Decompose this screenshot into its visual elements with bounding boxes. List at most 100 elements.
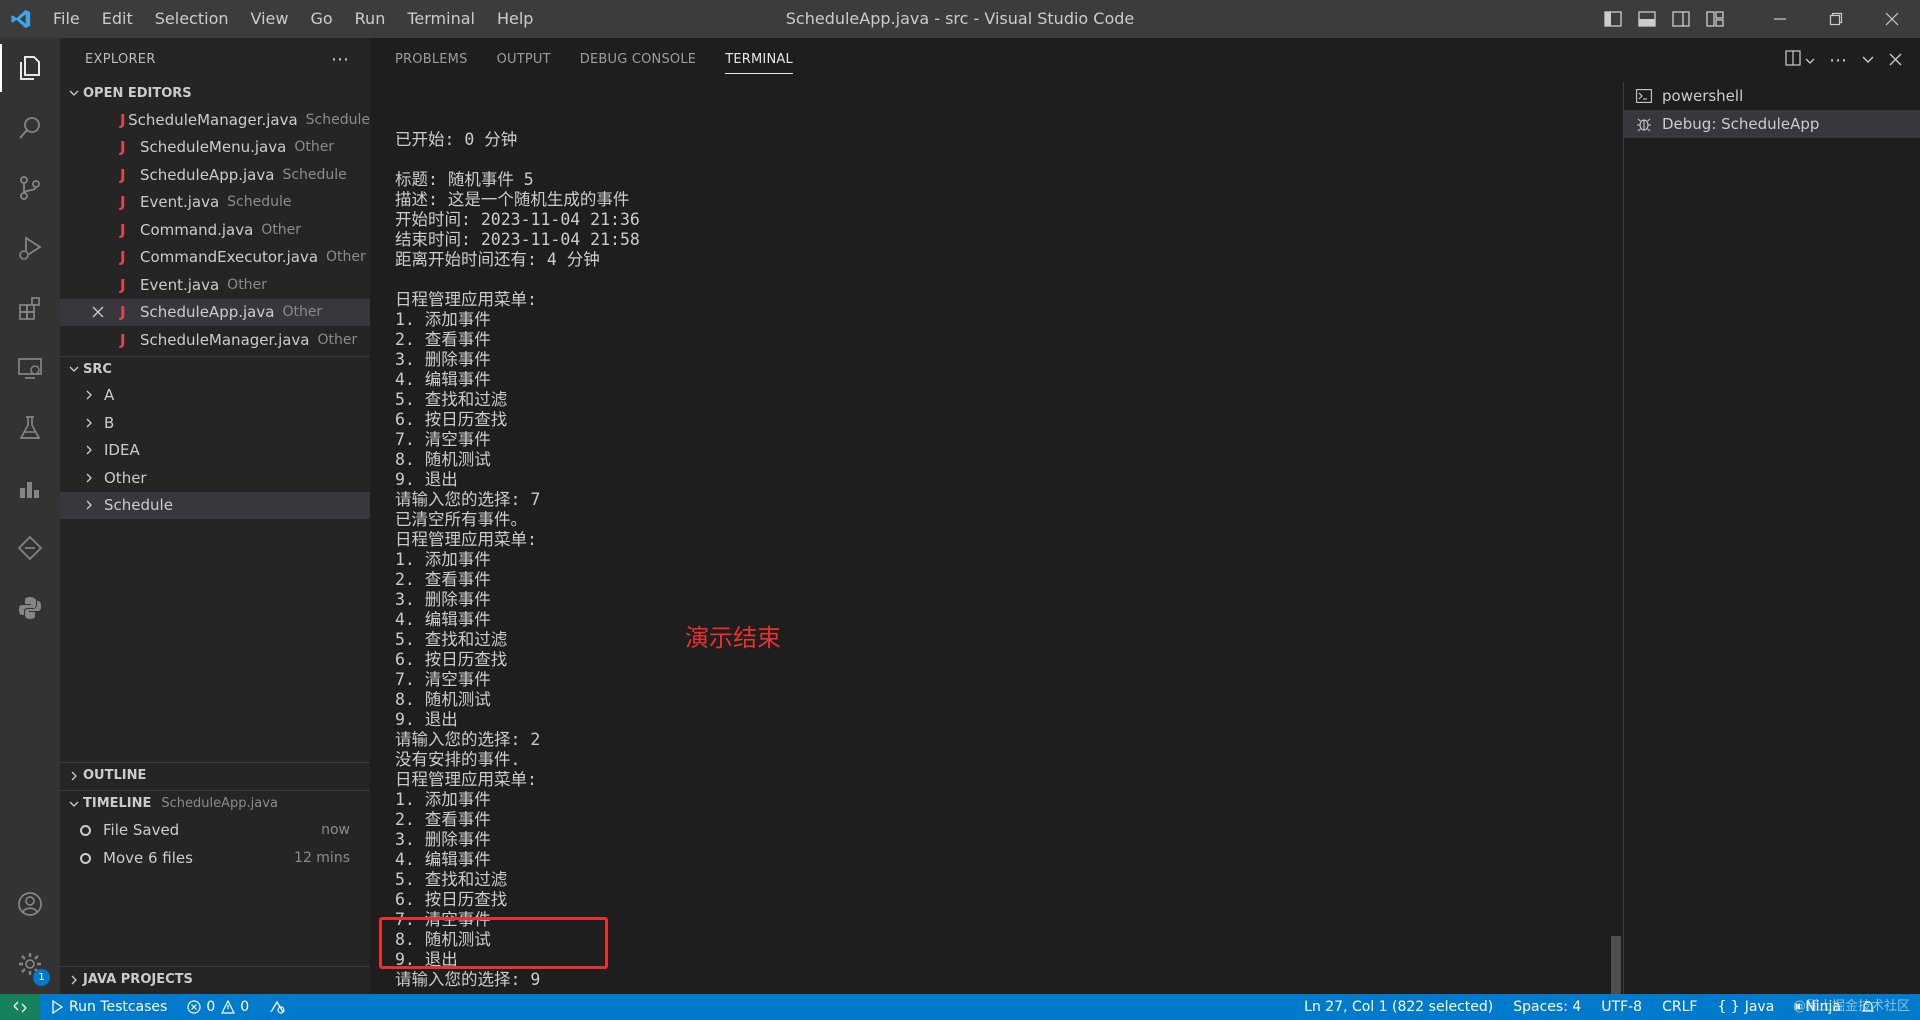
terminal-line: 日程管理应用菜单:	[395, 530, 537, 549]
testing-icon[interactable]	[0, 398, 60, 458]
vscode-logo-icon[interactable]	[0, 0, 42, 38]
outline-label: OUTLINE	[83, 768, 147, 783]
language-mode[interactable]: { } Java	[1707, 994, 1784, 1020]
maximize-panel-icon[interactable]	[1861, 51, 1875, 70]
accounts-icon[interactable]	[0, 874, 60, 934]
folder-item[interactable]: Schedule	[60, 491, 370, 519]
tab-output[interactable]: OUTPUT	[497, 38, 551, 82]
terminal-line: 4. 编辑事件	[395, 370, 491, 389]
menu-file[interactable]: File	[42, 0, 91, 38]
restore-icon[interactable]	[1808, 0, 1864, 38]
terminal-line: 3. 删除事件	[395, 590, 491, 609]
line-ending[interactable]: CRLF	[1652, 994, 1707, 1020]
cursor-position[interactable]: Ln 27, Col 1 (822 selected)	[1294, 994, 1503, 1020]
manage-gear-icon[interactable]: 1	[0, 934, 60, 994]
src-header[interactable]: SRC	[60, 355, 370, 382]
close-editor-icon[interactable]	[92, 299, 104, 326]
encoding[interactable]: UTF-8	[1591, 994, 1652, 1020]
minimize-icon[interactable]	[1752, 0, 1808, 38]
terminal-line: 请输入您的选择: 7	[395, 490, 541, 509]
terminal-line: 5. 查找和过滤	[395, 870, 508, 889]
timeline-entry[interactable]: File Saved now	[60, 816, 370, 844]
java-file-icon: J	[120, 303, 126, 322]
open-editor-item-active[interactable]: J ScheduleApp.java Other	[60, 298, 370, 326]
remote-indicator-icon[interactable]	[0, 994, 40, 1020]
outline-header[interactable]: OUTLINE	[60, 762, 370, 788]
panel-tabs: PROBLEMS OUTPUT DEBUG CONSOLE TERMINAL	[370, 38, 1920, 82]
terminal-line: 结束时间: 2023-11-04 21:58	[395, 230, 640, 249]
java-file-icon: J	[120, 110, 126, 129]
open-editor-item[interactable]: J ScheduleManager.java Other	[60, 326, 370, 354]
remote-explorer-icon[interactable]	[0, 338, 60, 398]
panel-actions: ⋯	[1785, 38, 1902, 82]
split-terminal-icon[interactable]	[1785, 50, 1801, 70]
explorer-icon[interactable]	[0, 38, 60, 98]
menu-terminal[interactable]: Terminal	[396, 0, 486, 38]
chevron-right-icon	[65, 975, 83, 985]
more-actions-icon[interactable]: ⋯	[331, 49, 350, 70]
menu-selection[interactable]: Selection	[144, 0, 240, 38]
java-projects-header[interactable]: JAVA PROJECTS	[60, 966, 370, 992]
close-panel-icon[interactable]	[1889, 51, 1902, 70]
open-editor-item[interactable]: J ScheduleApp.java Schedule	[60, 161, 370, 189]
more-actions-icon[interactable]: ⋯	[1829, 50, 1847, 71]
open-editors-header[interactable]: OPEN EDITORS	[60, 80, 370, 106]
menu-help[interactable]: Help	[486, 0, 544, 38]
open-editor-item[interactable]: J Event.java Schedule	[60, 189, 370, 217]
debug-bug-icon	[1636, 116, 1658, 132]
menu-view[interactable]: View	[240, 0, 300, 38]
explorer-title: EXPLORER	[85, 51, 156, 67]
debug-status-icon[interactable]	[259, 994, 300, 1020]
terminal-item-debug[interactable]: Debug: ScheduleApp	[1624, 110, 1920, 138]
extensions-icon[interactable]	[0, 278, 60, 338]
chevron-down-icon[interactable]	[1805, 51, 1815, 70]
toggle-secondary-sidebar-icon[interactable]	[1664, 0, 1698, 38]
tab-terminal[interactable]: TERMINAL	[725, 38, 793, 82]
folder-item[interactable]: B	[60, 409, 370, 437]
customize-layout-icon[interactable]	[1698, 0, 1732, 38]
terminal-item-powershell[interactable]: powershell	[1624, 82, 1920, 110]
title-actions	[1596, 0, 1920, 38]
folder-item[interactable]: IDEA	[60, 437, 370, 465]
python-icon[interactable]	[0, 578, 60, 638]
timeline-header[interactable]: TIMELINE ScheduleApp.java	[60, 790, 370, 816]
run-testcases-button[interactable]: Run Testcases	[40, 994, 177, 1020]
open-editor-item[interactable]: J ScheduleMenu.java Other	[60, 134, 370, 162]
open-editor-item[interactable]: J Command.java Other	[60, 216, 370, 244]
menu-run[interactable]: Run	[344, 0, 397, 38]
source-control-icon[interactable]	[0, 158, 60, 218]
search-icon[interactable]	[0, 98, 60, 158]
terminal-list: powershell Debug: ScheduleApp	[1623, 82, 1920, 994]
terminal-scrollbar-thumb[interactable]	[1611, 936, 1621, 994]
tab-problems[interactable]: PROBLEMS	[395, 38, 468, 82]
terminal-icon	[1636, 89, 1658, 103]
git-graph-icon[interactable]	[0, 518, 60, 578]
open-editor-item[interactable]: J CommandExecutor.java Other	[60, 244, 370, 272]
problems-status[interactable]: 0 0	[177, 994, 259, 1020]
title-bar: File Edit Selection View Go Run Terminal…	[0, 0, 1920, 38]
braces-icon: { }	[1717, 999, 1740, 1015]
menu-go[interactable]: Go	[299, 0, 343, 38]
java-projects-icon[interactable]	[0, 458, 60, 518]
timeline-entry[interactable]: Move 6 files 12 mins	[60, 844, 370, 872]
chevron-right-icon	[65, 771, 83, 781]
terminal-output[interactable]: 已开始: 0 分钟 标题: 随机事件 5 描述: 这是一个随机生成的事件 开始时间: …	[395, 90, 1575, 990]
tab-debug-console[interactable]: DEBUG CONSOLE	[580, 38, 696, 82]
panel: PROBLEMS OUTPUT DEBUG CONSOLE TERMINAL ⋯…	[370, 38, 1920, 994]
open-editor-item[interactable]: J Event.java Other	[60, 271, 370, 299]
menu-edit[interactable]: Edit	[91, 0, 144, 38]
toggle-primary-sidebar-icon[interactable]	[1596, 0, 1630, 38]
folder-item[interactable]: A	[60, 382, 370, 410]
run-debug-icon[interactable]	[0, 218, 60, 278]
indentation[interactable]: Spaces: 4	[1503, 994, 1591, 1020]
folder-item[interactable]: Other	[60, 464, 370, 492]
terminal-line: 8. 随机测试	[395, 450, 491, 469]
terminal-line: 4. 编辑事件	[395, 850, 491, 869]
toggle-panel-icon[interactable]	[1630, 0, 1664, 38]
terminal-line: 7. 清空事件	[395, 670, 491, 689]
close-window-icon[interactable]	[1864, 0, 1920, 38]
terminal-scrollbar[interactable]	[1609, 82, 1623, 994]
timeline-label: TIMELINE	[83, 796, 152, 811]
open-editor-item[interactable]: J ScheduleManager.java Schedule	[60, 106, 370, 134]
